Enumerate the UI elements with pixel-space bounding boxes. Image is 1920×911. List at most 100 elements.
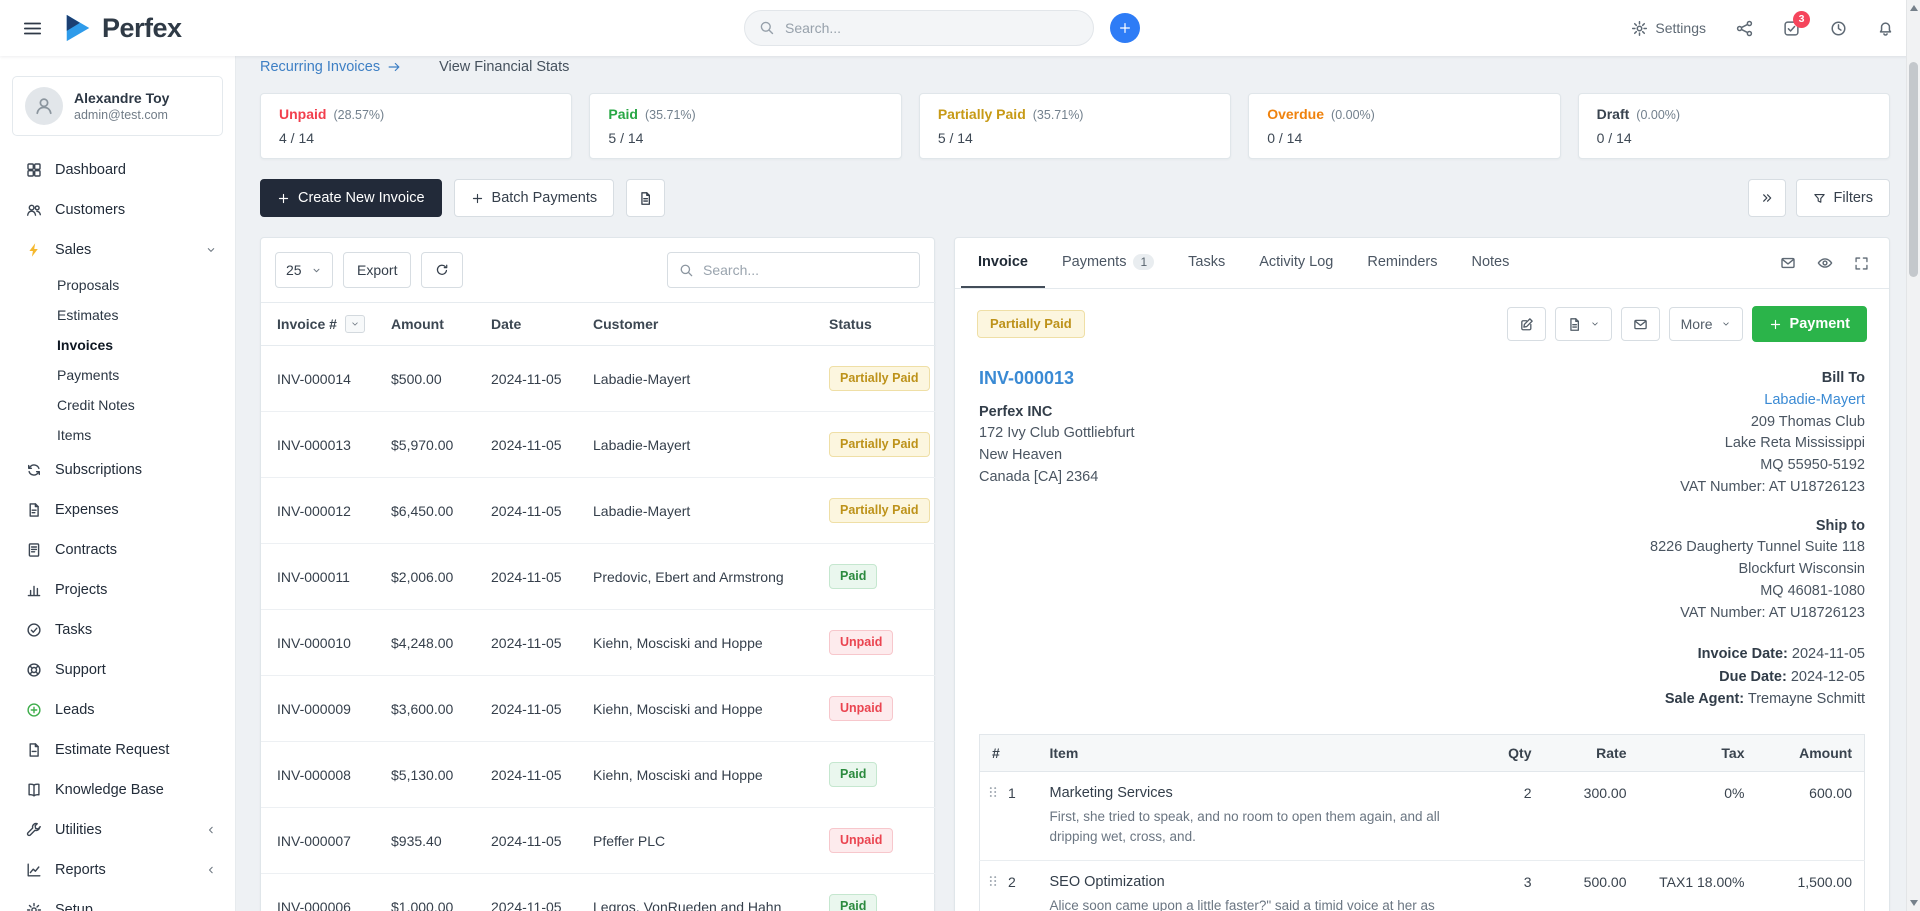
sidebar-item-invoices[interactable]: Invoices bbox=[0, 330, 235, 360]
scrollbar-thumb[interactable] bbox=[1909, 62, 1918, 277]
download-pdf-button[interactable] bbox=[1555, 307, 1612, 341]
filters-button[interactable]: Filters bbox=[1796, 179, 1890, 217]
invoice-row[interactable]: INV-000008$5,130.002024-11-05Kiehn, Mosc… bbox=[261, 742, 936, 808]
clock-icon[interactable] bbox=[1830, 20, 1847, 37]
sidebar-item-estimate-request[interactable]: Estimate Request bbox=[0, 730, 235, 770]
sidebar-item-sales[interactable]: Sales bbox=[0, 230, 235, 270]
tab-invoice[interactable]: Invoice bbox=[961, 238, 1045, 288]
per-page-select[interactable]: 25 bbox=[275, 252, 333, 288]
table-search-input[interactable] bbox=[703, 262, 908, 278]
invoice-number-cell[interactable]: INV-000013 bbox=[261, 412, 383, 478]
recurring-invoices-link[interactable]: Recurring Invoices bbox=[260, 59, 401, 75]
edit-invoice-button[interactable] bbox=[1507, 307, 1546, 341]
sidebar-item-customers[interactable]: Customers bbox=[0, 190, 235, 230]
tab-reminders[interactable]: Reminders bbox=[1350, 238, 1454, 288]
expenses-icon bbox=[26, 502, 42, 518]
invoice-number-cell[interactable]: INV-000010 bbox=[261, 610, 383, 676]
drag-handle-icon[interactable] bbox=[986, 874, 1000, 888]
invoice-row[interactable]: INV-000013$5,970.002024-11-05Labadie-May… bbox=[261, 412, 936, 478]
global-search-input[interactable] bbox=[785, 20, 1079, 36]
summary-card-paid[interactable]: Paid(35.71%)5 / 14 bbox=[589, 93, 901, 159]
tab-notes[interactable]: Notes bbox=[1454, 238, 1526, 288]
sidebar-item-dashboard[interactable]: Dashboard bbox=[0, 150, 235, 190]
eye-icon[interactable] bbox=[1817, 255, 1833, 271]
user-profile-card[interactable]: Alexandre Toy admin@test.com bbox=[12, 76, 223, 136]
invoice-row[interactable]: INV-000009$3,600.002024-11-05Kiehn, Mosc… bbox=[261, 676, 936, 742]
invoice-number-cell[interactable]: INV-000011 bbox=[261, 544, 383, 610]
sidebar-item-subscriptions[interactable]: Subscriptions bbox=[0, 450, 235, 490]
tab-tasks[interactable]: Tasks bbox=[1171, 238, 1242, 288]
summary-card-overdue[interactable]: Overdue(0.00%)0 / 14 bbox=[1248, 93, 1560, 159]
summary-card-partially-paid[interactable]: Partially Paid(35.71%)5 / 14 bbox=[919, 93, 1231, 159]
tab-payments[interactable]: Payments1 bbox=[1045, 238, 1171, 288]
column-dropdown-button[interactable] bbox=[345, 315, 365, 333]
export-button[interactable]: Export bbox=[343, 252, 411, 288]
invoice-number-cell[interactable]: INV-000006 bbox=[261, 874, 383, 911]
column-header-amount[interactable]: Amount bbox=[383, 303, 483, 346]
summary-card-draft[interactable]: Draft(0.00%)0 / 14 bbox=[1578, 93, 1890, 159]
invoice-row[interactable]: INV-000012$6,450.002024-11-05Labadie-May… bbox=[261, 478, 936, 544]
scroll-down-arrow[interactable] bbox=[1910, 900, 1918, 906]
invoice-row[interactable]: INV-000007$935.402024-11-05Pfeffer PLCUn… bbox=[261, 808, 936, 874]
sidebar-item-knowledge-base[interactable]: Knowledge Base bbox=[0, 770, 235, 810]
sidebar-item-tasks[interactable]: Tasks bbox=[0, 610, 235, 650]
column-header-status[interactable]: Status bbox=[821, 303, 936, 346]
sidebar-item-proposals[interactable]: Proposals bbox=[0, 270, 235, 300]
sidebar-item-expenses[interactable]: Expenses bbox=[0, 490, 235, 530]
sidebar-item-projects[interactable]: Projects bbox=[0, 570, 235, 610]
column-header-date[interactable]: Date bbox=[483, 303, 585, 346]
sidebar-item-credit-notes[interactable]: Credit Notes bbox=[0, 390, 235, 420]
menu-icon[interactable] bbox=[22, 18, 43, 39]
share-icon[interactable] bbox=[1736, 20, 1753, 37]
invoice-number-cell[interactable]: INV-000009 bbox=[261, 676, 383, 742]
view-financial-stats-link[interactable]: View Financial Stats bbox=[439, 59, 569, 75]
tab-count-badge: 1 bbox=[1133, 254, 1154, 270]
scroll-up-arrow[interactable] bbox=[1910, 5, 1918, 11]
statement-icon bbox=[638, 191, 653, 206]
window-scrollbar[interactable] bbox=[1906, 0, 1920, 911]
stat-percent: (0.00%) bbox=[1331, 108, 1375, 122]
table-search[interactable] bbox=[667, 252, 920, 288]
sidebar-item-setup[interactable]: Setup bbox=[0, 890, 235, 911]
invoices-report-button[interactable] bbox=[626, 179, 665, 217]
expand-icon[interactable] bbox=[1854, 256, 1869, 271]
bell-icon[interactable] bbox=[1877, 20, 1894, 37]
global-search[interactable] bbox=[744, 10, 1094, 46]
toggle-table-view-button[interactable] bbox=[1748, 179, 1786, 217]
invoice-row[interactable]: INV-000010$4,248.002024-11-05Kiehn, Mosc… bbox=[261, 610, 936, 676]
envelope-icon[interactable] bbox=[1780, 255, 1796, 271]
invoice-row[interactable]: INV-000011$2,006.002024-11-05Predovic, E… bbox=[261, 544, 936, 610]
todo-items-button[interactable]: 3 bbox=[1783, 20, 1800, 37]
column-header-invoice[interactable]: Invoice # bbox=[261, 303, 383, 346]
invoice-number-cell[interactable]: INV-000007 bbox=[261, 808, 383, 874]
sidebar-item-reports[interactable]: Reports bbox=[0, 850, 235, 890]
sidebar-item-estimates[interactable]: Estimates bbox=[0, 300, 235, 330]
add-payment-button[interactable]: Payment bbox=[1752, 306, 1867, 342]
invoice-number-cell[interactable]: INV-000012 bbox=[261, 478, 383, 544]
sidebar-item-utilities[interactable]: Utilities bbox=[0, 810, 235, 850]
summary-card-unpaid[interactable]: Unpaid(28.57%)4 / 14 bbox=[260, 93, 572, 159]
quick-create-button[interactable] bbox=[1110, 13, 1140, 43]
column-header-customer[interactable]: Customer bbox=[585, 303, 821, 346]
invoice-row[interactable]: INV-000006$1,000.002024-11-05Legros, Von… bbox=[261, 874, 936, 911]
more-button[interactable]: More bbox=[1669, 307, 1743, 341]
tab-activity-log[interactable]: Activity Log bbox=[1242, 238, 1350, 288]
sidebar-item-leads[interactable]: Leads bbox=[0, 690, 235, 730]
chevron-left-icon bbox=[205, 824, 217, 836]
brand-logo[interactable]: Perfex bbox=[63, 13, 182, 44]
batch-payments-button[interactable]: Batch Payments bbox=[454, 179, 615, 217]
refresh-button[interactable] bbox=[421, 252, 463, 288]
sidebar-item-contracts[interactable]: Contracts bbox=[0, 530, 235, 570]
sidebar-item-support[interactable]: Support bbox=[0, 650, 235, 690]
drag-handle-icon[interactable] bbox=[986, 785, 1000, 799]
invoice-number-cell[interactable]: INV-000014 bbox=[261, 346, 383, 412]
bill-to-customer-link[interactable]: Labadie-Mayert bbox=[1764, 390, 1865, 412]
invoice-row[interactable]: INV-000014$500.002024-11-05Labadie-Mayer… bbox=[261, 346, 936, 412]
settings-button[interactable]: Settings bbox=[1631, 20, 1706, 37]
send-email-button[interactable] bbox=[1621, 307, 1660, 341]
sidebar-item-items[interactable]: Items bbox=[0, 420, 235, 450]
invoice-number-cell[interactable]: INV-000008 bbox=[261, 742, 383, 808]
invoice-number-link[interactable]: INV-000013 bbox=[979, 368, 1135, 389]
sidebar-item-payments[interactable]: Payments bbox=[0, 360, 235, 390]
create-new-invoice-button[interactable]: Create New Invoice bbox=[260, 179, 442, 217]
